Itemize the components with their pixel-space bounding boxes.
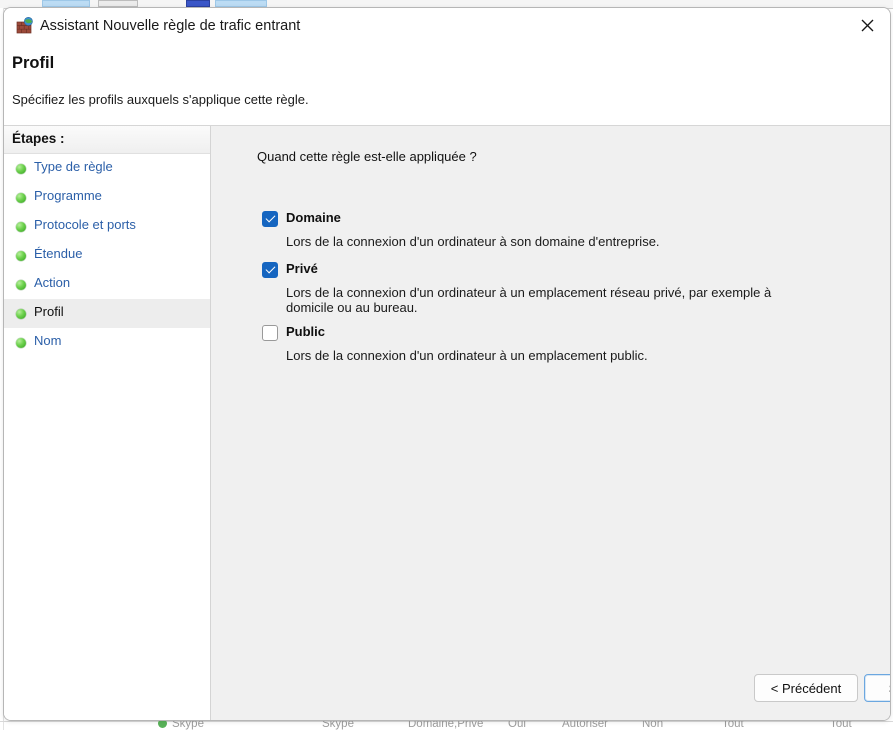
step-bullet-icon — [16, 164, 26, 174]
title-bar: Assistant Nouvelle règle de trafic entra… — [4, 8, 890, 44]
main-pane: Quand cette règle est-elle appliquée ? D… — [212, 126, 890, 720]
previous-button[interactable]: < Précédent — [754, 674, 858, 702]
dialog-header: Profil Spécifiez les profils auxquels s'… — [4, 44, 890, 126]
step-bullet-icon — [16, 251, 26, 261]
checkbox-public[interactable] — [262, 325, 278, 341]
sidebar-item-label: Type de règle — [34, 159, 113, 174]
checkbox-row-prive[interactable]: Privé — [257, 260, 860, 282]
background-toolbar-button — [98, 0, 138, 7]
window-title: Assistant Nouvelle règle de trafic entra… — [40, 18, 301, 34]
sidebar-item-label: Action — [34, 275, 71, 290]
close-icon[interactable] — [844, 8, 890, 42]
sidebar-item-label: Programme — [34, 188, 102, 203]
sidebar-item-etendue[interactable]: Étendue — [4, 241, 210, 270]
new-inbound-rule-wizard-dialog: Assistant Nouvelle règle de trafic entra… — [3, 7, 891, 721]
option-description-public: Lors de la connexion d'un ordinateur à u… — [286, 348, 648, 363]
steps-heading: Étapes : — [4, 126, 210, 154]
option-label-domaine: Domaine — [286, 210, 341, 225]
steps-sidebar: Étapes : Type de règle Programme Protoco… — [4, 126, 211, 720]
sidebar-item-label: Nom — [34, 333, 62, 348]
step-bullet-icon — [16, 338, 26, 348]
check-icon — [265, 212, 276, 223]
next-button[interactable]: Suivant > — [864, 674, 890, 702]
profile-options-group: Domaine Lors de la connexion d'un ordina… — [257, 209, 860, 365]
sidebar-item-label: Protocole et ports — [34, 217, 136, 232]
firewall-globe-icon — [16, 17, 34, 35]
step-bullet-icon — [16, 222, 26, 232]
option-label-prive: Privé — [286, 261, 318, 276]
checkbox-row-domaine[interactable]: Domaine — [257, 209, 860, 231]
option-prive: Privé Lors de la connexion d'un ordinate… — [257, 260, 860, 315]
step-bullet-icon — [16, 280, 26, 290]
sidebar-item-programme[interactable]: Programme — [4, 183, 210, 212]
sidebar-item-protocole-et-ports[interactable]: Protocole et ports — [4, 212, 210, 241]
page-title: Profil — [12, 54, 55, 72]
option-description-prive: Lors de la connexion d'un ordinateur à u… — [286, 285, 772, 315]
option-domaine: Domaine Lors de la connexion d'un ordina… — [257, 209, 860, 249]
dialog-body: Étapes : Type de règle Programme Protoco… — [4, 126, 890, 720]
sidebar-item-type-de-regle[interactable]: Type de règle — [4, 154, 210, 183]
sidebar-item-label: Étendue — [34, 246, 83, 261]
checkbox-domaine[interactable] — [262, 211, 278, 227]
page-subtitle: Spécifiez les profils auxquels s'appliqu… — [12, 92, 309, 107]
option-description-domaine: Lors de la connexion d'un ordinateur à s… — [286, 234, 660, 249]
dialog-footer: < Précédent Suivant > Annuler — [420, 661, 890, 720]
checkbox-prive[interactable] — [262, 262, 278, 278]
option-public: Public Lors de la connexion d'un ordinat… — [257, 323, 860, 363]
background-toolbar-button — [215, 0, 267, 7]
sidebar-item-nom[interactable]: Nom — [4, 328, 210, 357]
background-toolbar-button — [42, 0, 90, 7]
step-bullet-icon — [16, 193, 26, 203]
main-question: Quand cette règle est-elle appliquée ? — [257, 149, 477, 164]
step-bullet-icon — [16, 309, 26, 319]
steps-heading-label: Étapes : — [12, 131, 65, 146]
background-toolbar-button — [186, 0, 210, 7]
checkbox-row-public[interactable]: Public — [257, 323, 860, 345]
sidebar-item-profil[interactable]: Profil — [4, 299, 210, 328]
check-icon — [265, 263, 276, 274]
option-label-public: Public — [286, 324, 326, 339]
sidebar-item-label: Profil — [34, 304, 64, 319]
sidebar-item-action[interactable]: Action — [4, 270, 210, 299]
